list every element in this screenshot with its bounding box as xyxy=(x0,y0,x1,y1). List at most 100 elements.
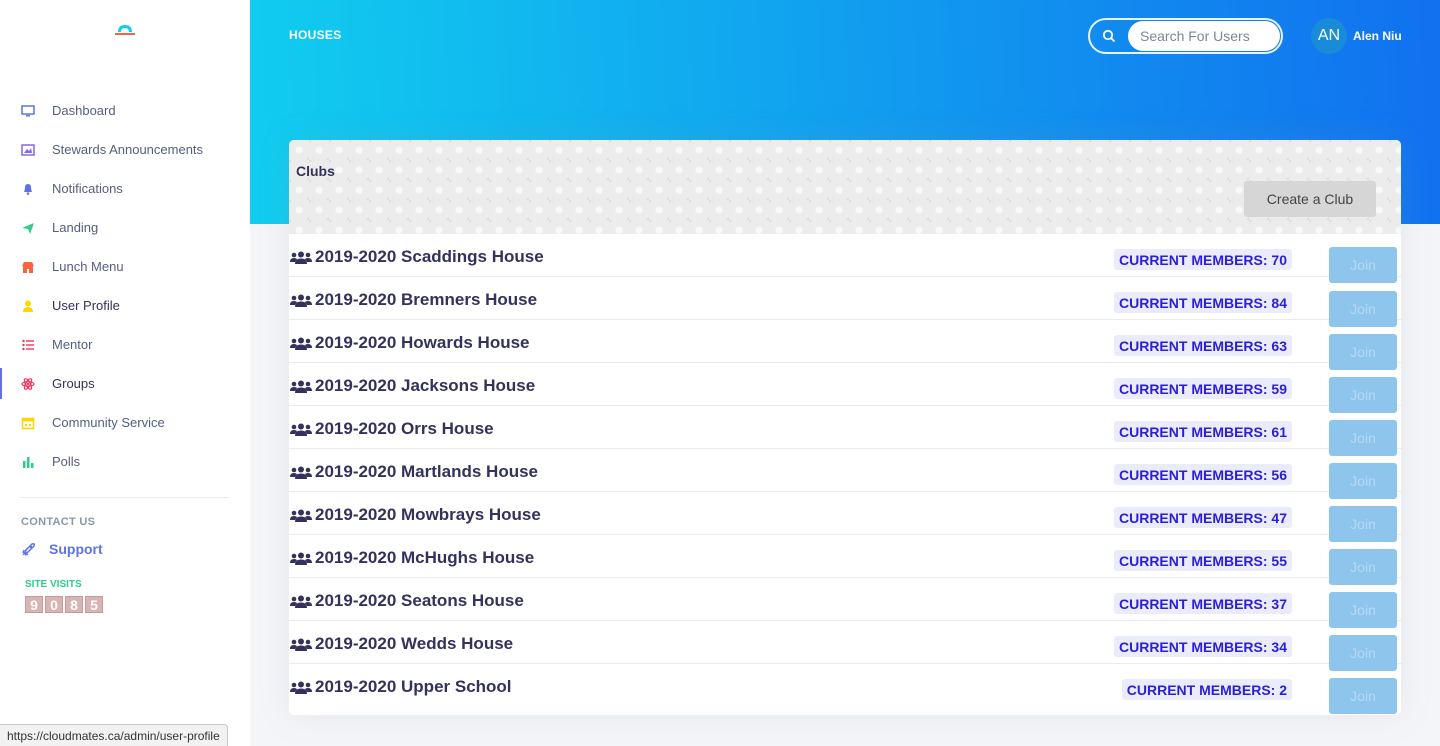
club-name-text: 2019-2020 Martlands House xyxy=(315,462,538,481)
clubs-title: Clubs xyxy=(296,163,335,179)
users-icon xyxy=(290,637,312,651)
club-name-text: 2019-2020 Scaddings House xyxy=(315,247,544,266)
avatar[interactable]: AN xyxy=(1311,18,1347,54)
users-icon xyxy=(290,594,312,608)
users-icon xyxy=(290,336,312,350)
contact-us-heading: CONTACT US xyxy=(21,516,96,528)
sidebar-item-notifications[interactable]: Notifications xyxy=(0,169,250,208)
support-label: Support xyxy=(49,541,103,557)
club-row: 2019-2020 Upper School CURRENT MEMBERS: 2… xyxy=(289,664,1401,714)
create-club-button[interactable]: Create a Club xyxy=(1244,181,1376,217)
member-count-badge: CURRENT MEMBERS: 70 xyxy=(1113,249,1292,270)
users-icon xyxy=(290,379,312,393)
member-count-badge: CURRENT MEMBERS: 47 xyxy=(1113,507,1292,528)
bell-icon xyxy=(21,182,35,196)
sidebar-item-dashboard[interactable]: Dashboard xyxy=(0,91,250,130)
page-title: HOUSES xyxy=(289,28,342,42)
club-name-text: 2019-2020 Bremners House xyxy=(315,290,538,309)
club-row: 2019-2020 Mowbrays House CURRENT MEMBERS:… xyxy=(289,492,1401,542)
search-box[interactable] xyxy=(1088,18,1283,54)
sidebar-item-label: User Profile xyxy=(52,298,120,313)
visit-digit: 0 xyxy=(45,596,63,613)
sidebar-item-landing[interactable]: Landing xyxy=(0,208,250,247)
image-icon xyxy=(21,143,35,157)
users-icon xyxy=(290,250,312,264)
club-name: 2019-2020 Martlands House xyxy=(290,462,538,482)
users-icon xyxy=(290,465,312,479)
club-name: 2019-2020 McHughs House xyxy=(290,548,534,568)
user-menu[interactable]: AN Alen Niu xyxy=(1311,18,1402,54)
club-row: 2019-2020 Howards House CURRENT MEMBERS: … xyxy=(289,320,1401,370)
member-count-badge: CURRENT MEMBERS: 63 xyxy=(1113,335,1292,356)
users-icon xyxy=(290,293,312,307)
sidebar-item-label: Landing xyxy=(52,220,99,235)
users-icon xyxy=(290,551,312,565)
browser-status-url: https://cloudmates.ca/admin/user-profile xyxy=(0,724,228,746)
club-name: 2019-2020 Howards House xyxy=(290,333,530,353)
support-link[interactable]: Support xyxy=(21,541,103,557)
club-name: 2019-2020 Wedds House xyxy=(290,634,513,654)
site-visits-counter: 9 0 8 5 xyxy=(25,596,103,613)
sidebar-item-label: Groups xyxy=(52,376,95,391)
member-count-badge: CURRENT MEMBERS: 59 xyxy=(1113,378,1292,399)
club-name: 2019-2020 Seatons House xyxy=(290,591,524,611)
club-row: 2019-2020 McHughs House CURRENT MEMBERS: … xyxy=(289,535,1401,585)
sidebar-item-polls[interactable]: Polls xyxy=(0,442,250,481)
send-icon xyxy=(21,221,35,235)
sidebar-item-label: Stewards Announcements xyxy=(52,142,204,157)
sidebar-item-label: Polls xyxy=(52,454,81,469)
shop-icon xyxy=(21,260,35,274)
clubs-card: Clubs Create a Club 2019-2020 Scaddings … xyxy=(289,140,1401,715)
rocket-icon xyxy=(21,541,37,557)
club-row: 2019-2020 Jacksons House CURRENT MEMBERS:… xyxy=(289,363,1401,413)
join-button[interactable]: Join xyxy=(1329,678,1397,714)
club-name-text: 2019-2020 Seatons House xyxy=(315,591,524,610)
atom-icon xyxy=(21,377,35,391)
sidebar-item-community-service[interactable]: Community Service xyxy=(0,403,250,442)
club-name: 2019-2020 Mowbrays House xyxy=(290,505,541,525)
sidebar-item-stewards-announcements[interactable]: Stewards Announcements xyxy=(0,130,250,169)
cloudmates-logo[interactable] xyxy=(110,20,140,40)
club-row: 2019-2020 Martlands House CURRENT MEMBERS… xyxy=(289,449,1401,499)
visit-digit: 9 xyxy=(25,596,43,613)
member-count-badge: CURRENT MEMBERS: 34 xyxy=(1113,636,1292,657)
club-list: 2019-2020 Scaddings House CURRENT MEMBERS… xyxy=(289,234,1401,714)
club-row: 2019-2020 Seatons House CURRENT MEMBERS: … xyxy=(289,578,1401,628)
monitor-icon xyxy=(21,104,35,118)
sidebar-item-label: Dashboard xyxy=(52,103,116,118)
sidebar-divider xyxy=(20,497,229,498)
visit-digit: 5 xyxy=(85,596,103,613)
member-count-badge: CURRENT MEMBERS: 2 xyxy=(1121,679,1292,700)
club-name: 2019-2020 Bremners House xyxy=(290,290,537,310)
club-name: 2019-2020 Orrs House xyxy=(290,419,494,439)
sidebar-item-mentor[interactable]: Mentor xyxy=(0,325,250,364)
club-name-text: 2019-2020 Mowbrays House xyxy=(315,505,541,524)
list-icon xyxy=(21,338,35,352)
club-name-text: 2019-2020 Wedds House xyxy=(315,634,514,653)
sidebar-item-lunch-menu[interactable]: Lunch Menu xyxy=(0,247,250,286)
club-row: 2019-2020 Wedds House CURRENT MEMBERS: 34… xyxy=(289,621,1401,671)
sidebar-item-groups[interactable]: Groups xyxy=(0,364,250,403)
user-name[interactable]: Alen Niu xyxy=(1353,29,1402,43)
search-input[interactable] xyxy=(1128,21,1280,51)
sidebar: Dashboard Stewards Announcements Notific… xyxy=(0,0,250,746)
club-name-text: 2019-2020 Upper School xyxy=(315,677,512,696)
sidebar-nav: Dashboard Stewards Announcements Notific… xyxy=(0,91,250,481)
users-icon xyxy=(290,680,312,694)
club-name-text: 2019-2020 McHughs House xyxy=(315,548,535,567)
clubs-card-header: Clubs Create a Club xyxy=(289,140,1401,234)
users-icon xyxy=(290,422,312,436)
sidebar-item-label: Mentor xyxy=(52,337,93,352)
search-icon xyxy=(1090,29,1128,43)
member-count-badge: CURRENT MEMBERS: 84 xyxy=(1113,292,1292,313)
club-row: 2019-2020 Bremners House CURRENT MEMBERS:… xyxy=(289,277,1401,327)
club-name: 2019-2020 Jacksons House xyxy=(290,376,535,396)
club-row: 2019-2020 Scaddings House CURRENT MEMBERS… xyxy=(289,234,1401,283)
visit-digit: 8 xyxy=(65,596,83,613)
club-name: 2019-2020 Upper School xyxy=(290,677,512,697)
club-row: 2019-2020 Orrs House CURRENT MEMBERS: 61 J… xyxy=(289,406,1401,456)
users-icon xyxy=(290,508,312,522)
calendar-icon xyxy=(21,416,35,430)
site-visits-heading: SITE VISITS xyxy=(25,579,82,590)
sidebar-item-user-profile[interactable]: User Profile xyxy=(0,286,250,325)
